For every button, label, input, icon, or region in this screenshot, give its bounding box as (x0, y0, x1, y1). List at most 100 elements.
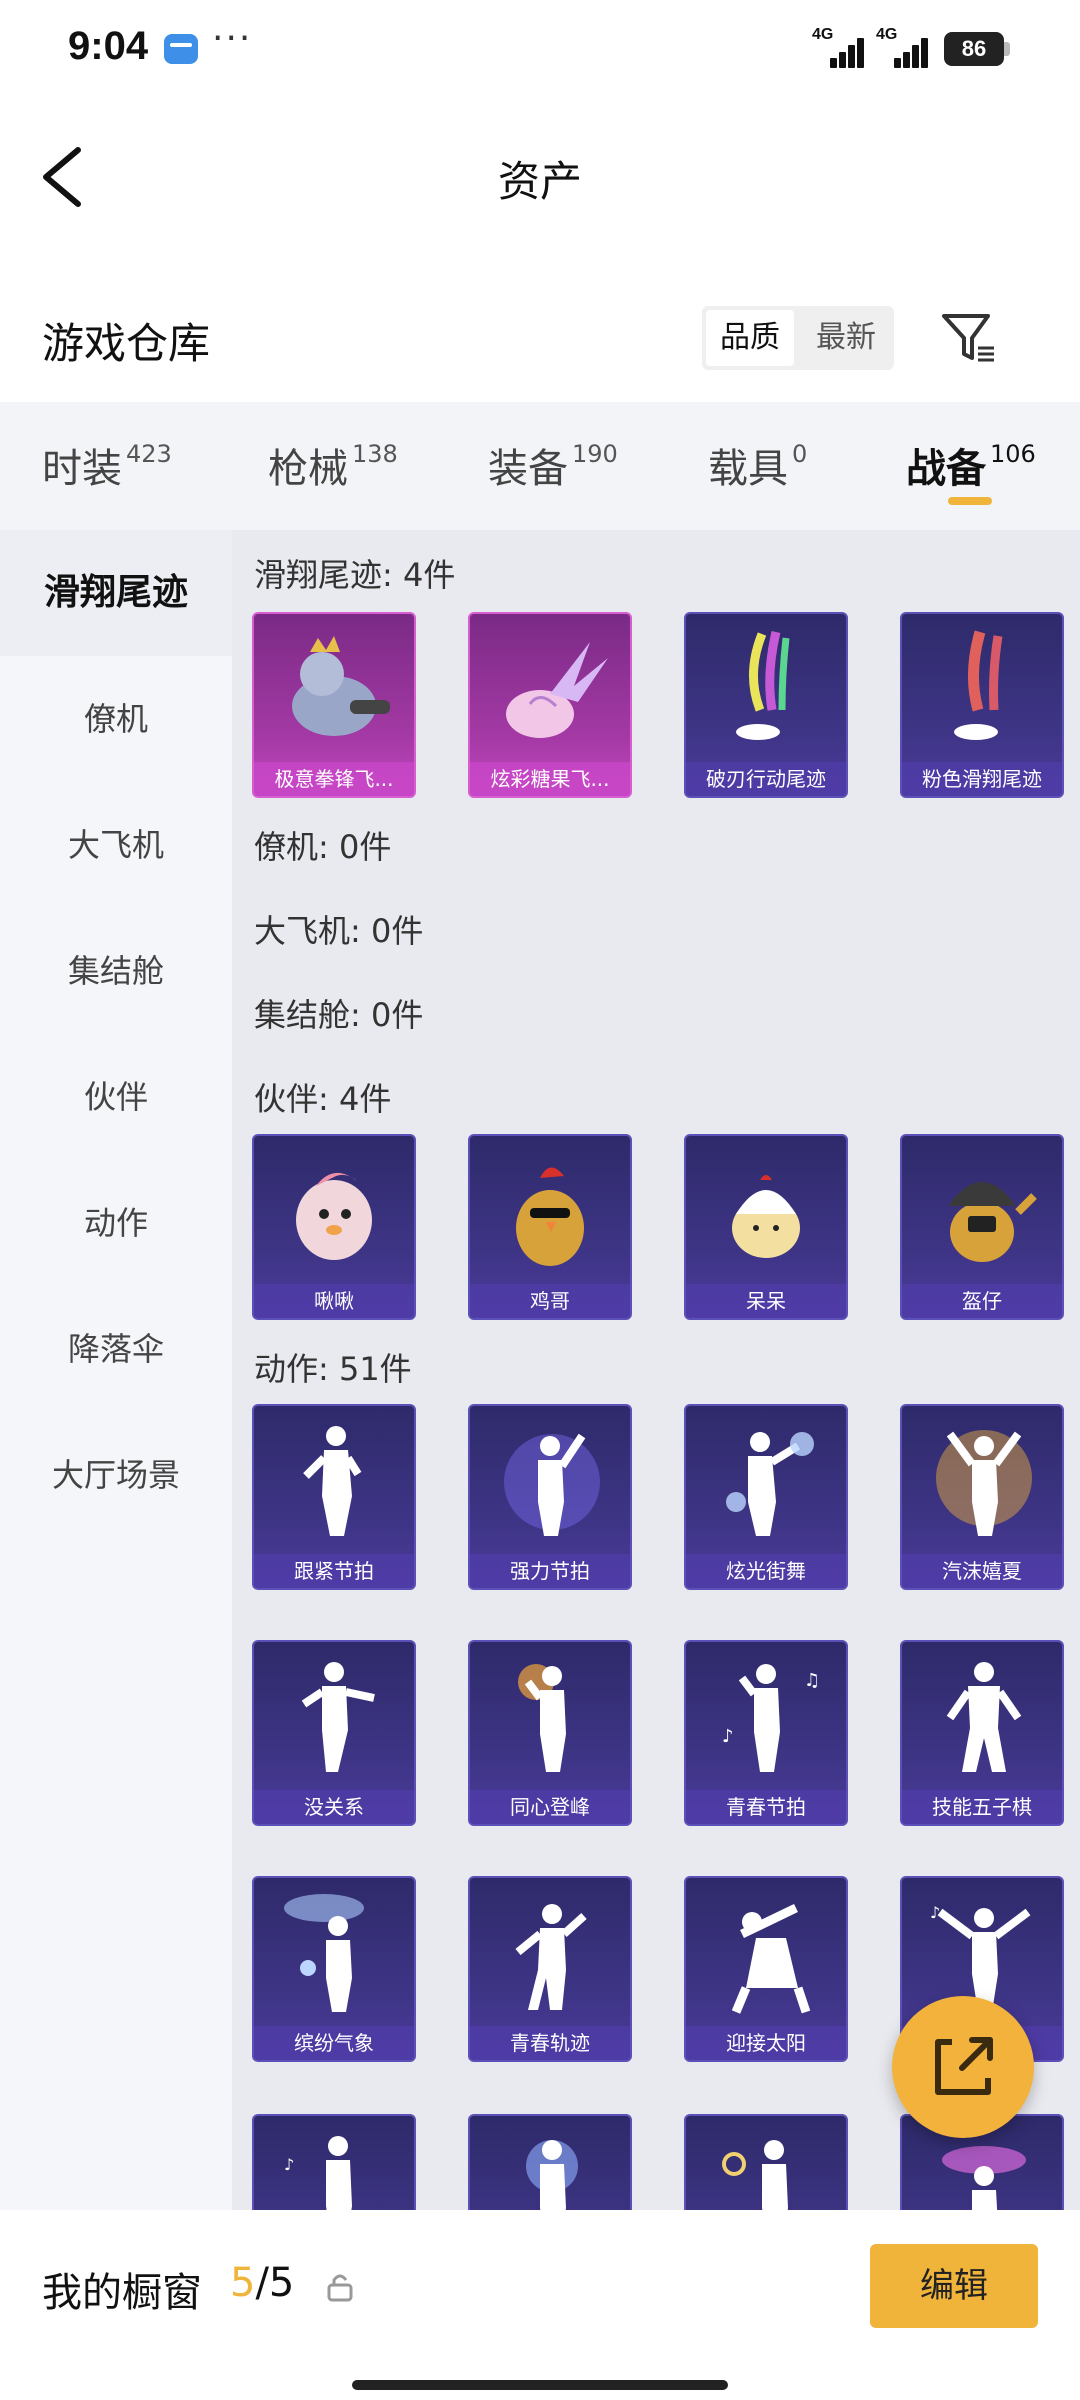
item-name: 强力节拍 (470, 1554, 630, 1588)
dancer-icon (731, 1903, 811, 2014)
item-name: 炫光街舞 (686, 1554, 846, 1588)
status-bar: 9:04 ··· 4G 4G 86 (0, 0, 1080, 100)
more-notifications-icon: ··· (212, 18, 253, 59)
tab-readiness[interactable]: 战备 106 (906, 436, 1036, 506)
dancer-icon (946, 1662, 1022, 1772)
section-title: 游戏仓库 (42, 319, 211, 368)
pink-bird-icon (296, 1172, 372, 1260)
sidebar-item-emote[interactable]: 动作 (0, 1160, 232, 1286)
rainbow-trail-icon (736, 630, 790, 740)
item-card[interactable]: 青春轨迹 (468, 1876, 632, 2062)
category-tabs: 时装 423 枪械 138 装备 190 载具 0 战备 106 (0, 402, 1080, 530)
sidebar-item-companion[interactable]: 伙伴 (0, 1034, 232, 1160)
group-label-emote: 动作: 51件 (254, 1350, 412, 1388)
item-name: 盔仔 (902, 1284, 1062, 1318)
item-name: 汽沫嬉夏 (902, 1554, 1062, 1588)
sidebar-item-big-plane[interactable]: 大飞机 (0, 782, 232, 908)
sort-quality-button[interactable]: 品质 (706, 310, 794, 366)
item-card[interactable]: 技能五子棋 (900, 1640, 1064, 1826)
tab-fashion[interactable]: 时装 423 (42, 436, 172, 506)
status-time: 9:04 (68, 24, 149, 68)
item-card[interactable]: 破刃行动尾迹 (684, 612, 848, 798)
tab-vehicles[interactable]: 载具 0 (708, 436, 807, 506)
lock-icon (326, 2272, 354, 2302)
sidebar: 滑翔尾迹 僚机 大飞机 集结舱 伙伴 动作 降落伞 大厅场景 (0, 530, 232, 2210)
item-card[interactable]: 炫彩糖果飞... (468, 612, 632, 798)
sidebar-item-glide-trail[interactable]: 滑翔尾迹 (0, 530, 232, 656)
item-name: 同心登峰 (470, 1790, 630, 1824)
group-label-companion: 伙伴: 4件 (254, 1080, 392, 1118)
share-button[interactable] (892, 1996, 1034, 2138)
item-name: 呆呆 (686, 1284, 846, 1318)
item-card[interactable]: 盔仔 (900, 1134, 1064, 1320)
item-name: 破刃行动尾迹 (686, 762, 846, 796)
battery-tip (1004, 42, 1010, 56)
group-label-glide-trail: 滑翔尾迹: 4件 (254, 556, 456, 594)
item-card[interactable]: 鸡哥 (468, 1134, 632, 1320)
dancer-icon (515, 1904, 587, 2010)
dancer-icon (726, 1432, 814, 1536)
item-card[interactable]: ♪ ♫ 青春节拍 (684, 1640, 848, 1826)
item-card[interactable]: 啾啾 (252, 1134, 416, 1320)
dancer-icon (518, 1664, 566, 1772)
svg-text:♪: ♪ (930, 1903, 940, 1922)
group-label-wingman: 僚机: 0件 (254, 828, 392, 866)
sort-newest-button[interactable]: 最新 (802, 310, 890, 366)
showcase-bar: 我的橱窗 5/5 编辑 (0, 2210, 1080, 2400)
svg-text:♪: ♪ (722, 1726, 734, 1747)
pink-trail-icon (954, 630, 1003, 740)
helmet-chick-icon (948, 1182, 1037, 1262)
item-card[interactable] (468, 2114, 632, 2210)
dancer-icon (722, 2140, 788, 2210)
item-card[interactable]: 汽沫嬉夏 (900, 1404, 1064, 1590)
item-card[interactable]: 炫光街舞 (684, 1404, 848, 1590)
item-card[interactable]: 极意拳锋飞... (252, 612, 416, 798)
dancer-icon (303, 1426, 362, 1536)
edit-button[interactable]: 编辑 (870, 2244, 1038, 2328)
item-name: 没关系 (254, 1790, 414, 1824)
svg-text:♫: ♫ (804, 1670, 820, 1691)
signal-icon: 4G (812, 26, 868, 68)
item-name: 迎接太阳 (686, 2026, 846, 2060)
sidebar-item-lobby-scene[interactable]: 大厅场景 (0, 1412, 232, 1538)
item-name: 跟紧节拍 (254, 1554, 414, 1588)
dancer-icon (526, 2140, 578, 2210)
dancer-icon (284, 1894, 364, 2012)
item-name: 粉色滑翔尾迹 (902, 762, 1062, 796)
item-list: 滑翔尾迹: 4件 极意拳锋飞... 炫彩糖果飞... 破刃行动尾迹 粉色滑翔尾迹… (232, 530, 1080, 2210)
sort-toggle: 品质 最新 (702, 306, 894, 370)
item-card[interactable]: ♪ (252, 2114, 416, 2210)
sidebar-item-parachute[interactable]: 降落伞 (0, 1286, 232, 1412)
item-name: 缤纷气象 (254, 2026, 414, 2060)
item-name: 极意拳锋飞... (254, 762, 414, 796)
filter-icon[interactable] (940, 310, 996, 366)
item-name: 炫彩糖果飞... (470, 762, 630, 796)
item-name: 青春节拍 (686, 1790, 846, 1824)
item-card[interactable] (684, 2114, 848, 2210)
showcase-title: 我的橱窗 (42, 2270, 202, 2316)
item-card[interactable]: 缤纷气象 (252, 1876, 416, 2062)
item-card[interactable]: 没关系 (252, 1640, 416, 1826)
battery-icon: 86 (944, 32, 1004, 66)
app-notification-icon (164, 34, 198, 64)
item-name: 啾啾 (254, 1284, 414, 1318)
item-name: 青春轨迹 (470, 2026, 630, 2060)
dancer-icon (301, 1662, 375, 1772)
item-card[interactable]: 同心登峰 (468, 1640, 632, 1826)
home-indicator[interactable] (352, 2380, 728, 2390)
item-card[interactable]: 呆呆 (684, 1134, 848, 1320)
sidebar-item-assembly-pod[interactable]: 集结舱 (0, 908, 232, 1034)
signal-icon-2: 4G (876, 26, 932, 68)
tab-weapons[interactable]: 枪械 138 (268, 436, 398, 506)
page-title: 资产 (497, 157, 582, 206)
item-card[interactable]: 粉色滑翔尾迹 (900, 612, 1064, 798)
showcase-count: 5/5 (230, 2260, 295, 2306)
item-card[interactable]: 迎接太阳 (684, 1876, 848, 2062)
dancer-icon: ♪ (284, 2136, 352, 2210)
tab-equipment[interactable]: 装备 190 (488, 436, 618, 506)
share-icon (935, 2037, 993, 2095)
item-card[interactable]: 强力节拍 (468, 1404, 632, 1590)
sidebar-item-wingman[interactable]: 僚机 (0, 656, 232, 782)
item-card[interactable]: 跟紧节拍 (252, 1404, 416, 1590)
dancer-icon (936, 1430, 1032, 1536)
